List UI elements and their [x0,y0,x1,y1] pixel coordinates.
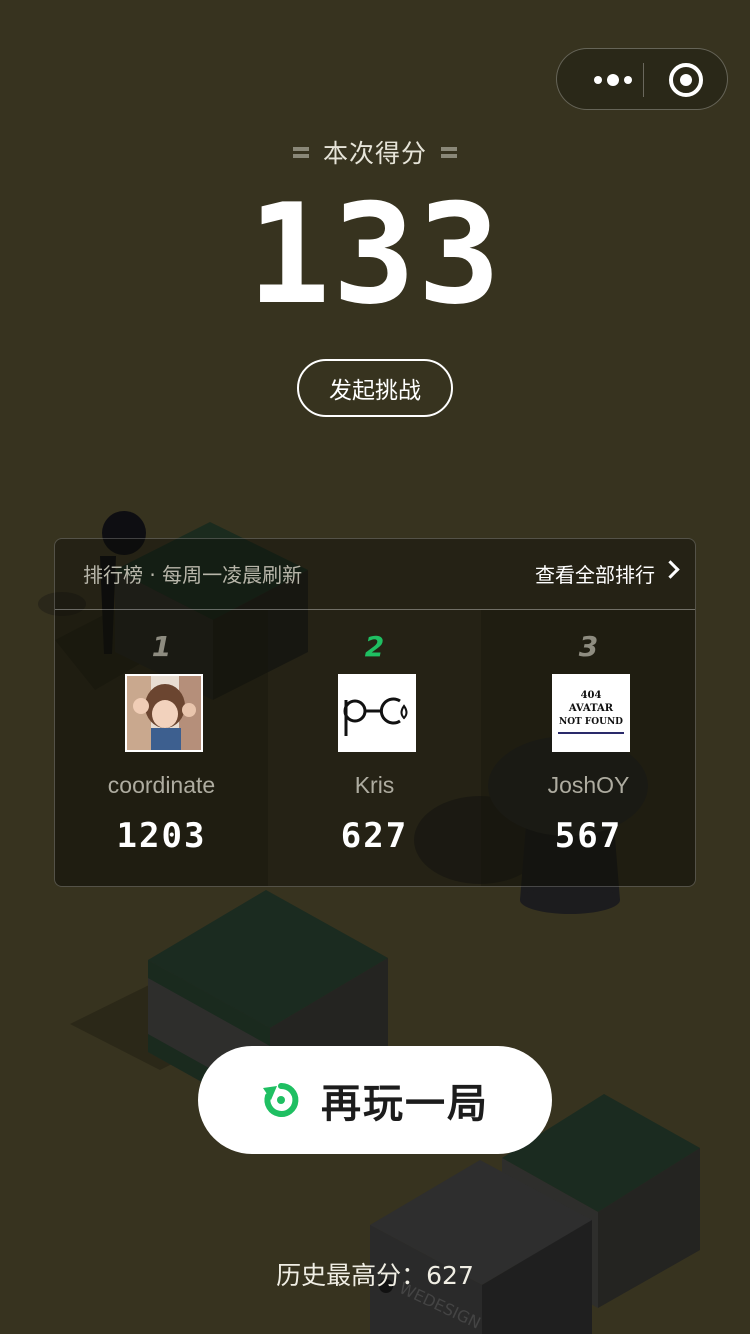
player-score: 627 [340,816,409,856]
ranking-panel: 排行榜 · 每周一凌晨刷新 查看全部排行 1 coordinate 1203 2… [54,538,696,887]
replay-button[interactable]: 再玩一局 [198,1046,552,1154]
challenge-button[interactable]: 发起挑战 [297,359,453,417]
rank-number: 2 [364,630,385,663]
replay-icon [263,1082,299,1117]
miniprogram-capsule [556,48,728,110]
rank-number: 1 [151,630,172,663]
svg-text:404: 404 [581,690,602,701]
player-name: JoshOY [547,772,630,798]
more-dots-icon[interactable] [583,67,643,93]
avatar-illustration-icon [127,676,201,750]
ranking-entry[interactable]: 2 Kris 627 [268,610,481,886]
player-name: Kris [354,772,395,798]
score-label-row: 本次得分 [0,134,750,170]
rank-number: 3 [578,630,599,663]
pc-logo-avatar-icon [340,676,414,750]
avatar: 404 AVATAR NOT FOUND [552,674,630,752]
player-score: 567 [554,816,623,856]
chevron-right-icon[interactable] [661,560,680,579]
svg-text:NOT FOUND: NOT FOUND [559,717,623,727]
player-name: coordinate [107,772,216,798]
equals-decoration-icon [441,145,457,159]
ranking-header: 排行榜 · 每周一凌晨刷新 查看全部排行 [55,539,695,610]
best-score: 历史最高分：627 [276,1261,474,1290]
game-over-screen: WEDESIGN 本次得分 133 发起挑战 排行榜 · 每周一凌晨刷新 查看全… [0,0,750,1334]
avatar-not-found-icon: 404 AVATAR NOT FOUND [554,676,628,750]
player-score: 1203 [116,816,207,856]
svg-text:AVATAR: AVATAR [568,703,614,714]
record-target-icon[interactable] [669,63,703,97]
equals-decoration-icon [292,145,309,159]
ranking-title: 排行榜 · 每周一凌晨刷新 [83,563,303,587]
avatar [125,674,203,752]
capsule-divider [643,63,644,97]
current-score: 133 [247,174,503,335]
ranking-entry[interactable]: 1 coordinate 1203 [55,610,268,886]
ranking-entry[interactable]: 3 404 AVATAR NOT FOUND JoshOY 567 [481,610,695,886]
replay-label: 再玩一局 [321,1081,489,1127]
view-all-ranking-link[interactable]: 查看全部排行 [535,559,655,588]
score-label: 本次得分 [322,139,427,168]
avatar [338,674,416,752]
